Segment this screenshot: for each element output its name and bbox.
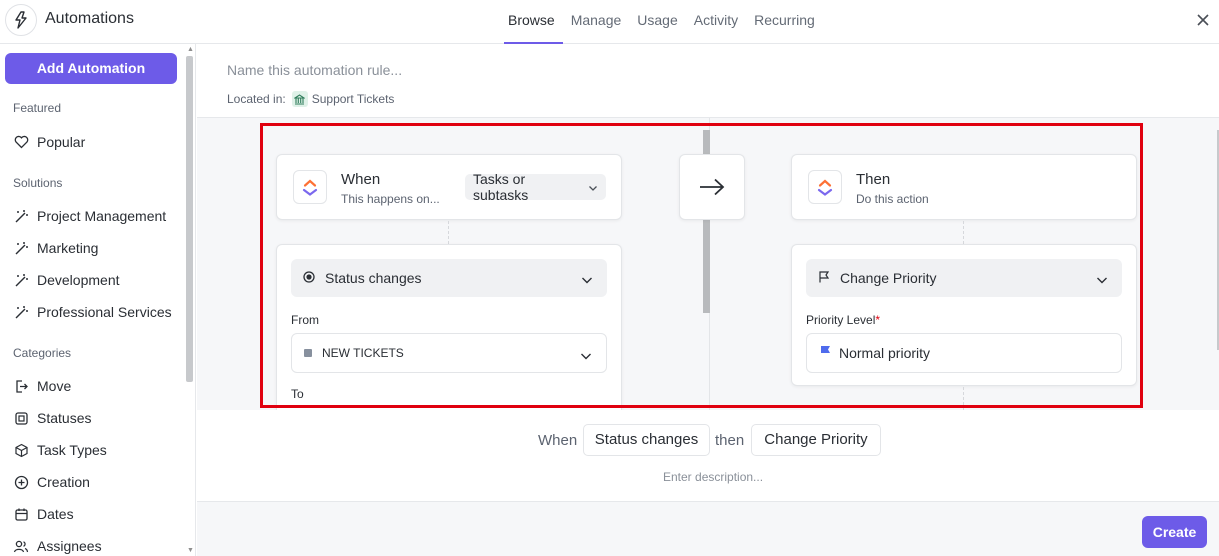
action-card[interactable]: Then Do this action [791,154,1137,220]
from-label: From [291,313,319,327]
sidebar-item-label: Assignees [37,538,102,554]
summary-when: When [538,432,578,449]
tab-recurring[interactable]: Recurring [746,0,823,44]
create-button[interactable]: Create [1142,516,1207,548]
close-icon[interactable] [1193,10,1213,30]
arrow-right-icon [679,154,745,220]
sidebar-item-dates[interactable]: Dates [13,503,74,525]
trigger-config-card: Status changes From NEW TICKETS To [276,244,622,410]
app-title: Automations [45,10,134,27]
sidebar-item-label: Marketing [37,240,99,256]
users-icon [13,538,29,554]
sidebar-item-label: Creation [37,474,90,490]
radio-dot-icon [303,270,315,286]
sidebar-item-label: Professional Services [37,304,172,320]
action-title: Then [856,171,891,188]
categories-section-title: Categories [13,346,72,360]
automation-logo-icon [5,4,37,36]
scroll-up-arrow-icon[interactable]: ▲ [187,46,194,53]
task-scope-dropdown[interactable]: Tasks or subtasks [465,171,606,203]
sidebar-item-label: Dates [37,506,74,522]
sidebar-item-label: Project Management [37,208,167,224]
solutions-section-title: Solutions [13,176,63,190]
add-automation-button[interactable]: Add Automation [5,53,177,84]
priority-flag-icon [819,345,831,361]
trigger-card[interactable]: When This happens on... Tasks or subtask… [276,154,622,220]
task-scope-value: Tasks or subtasks [473,171,529,203]
sidebar-item-popular[interactable]: Popular [13,131,85,153]
wand-icon [13,240,29,256]
chevron-down-icon [588,179,598,195]
top-bar: Automations Browse Manage Usage Activity… [0,0,1219,44]
action-subtitle: Do this action [856,192,929,206]
to-label: To [291,387,304,401]
scroll-down-arrow-icon[interactable]: ▼ [187,547,194,554]
tab-browse[interactable]: Browse [504,0,563,44]
tab-activity[interactable]: Activity [686,0,746,44]
connector-line [963,221,964,244]
summary-action-chip[interactable]: Change Priority [751,424,881,456]
move-icon [13,378,29,394]
sidebar-item-professional-services[interactable]: Professional Services [13,301,172,323]
chevron-down-icon [580,348,592,364]
sidebar-item-label: Move [37,378,72,394]
tab-manage[interactable]: Manage [563,0,630,44]
status-square-icon [304,349,312,357]
tab-bar: Browse Manage Usage Activity Recurring [504,0,823,44]
plus-circle-icon [13,474,29,490]
sidebar-item-creation[interactable]: Creation [13,471,90,493]
tab-usage[interactable]: Usage [629,0,685,44]
status-changes-dropdown[interactable]: Status changes [291,259,607,297]
action-config-card: Change Priority Priority Level* Normal p… [791,244,1137,386]
wand-icon [13,272,29,288]
flag-outline-icon [818,270,830,286]
rule-name-input[interactable]: Name this automation rule... [227,62,402,78]
location-row: Located in: Support Tickets [227,91,394,107]
summary-trigger-chip[interactable]: Status changes [583,424,710,456]
from-status-value: NEW TICKETS [322,346,404,360]
sidebar: Add Automation Featured Popular Solution… [0,44,196,556]
summary-then: then [715,432,745,449]
location-name[interactable]: Support Tickets [312,92,395,106]
calendar-icon [13,506,29,522]
sidebar-item-move[interactable]: Move [13,375,71,397]
description-input[interactable]: Enter description... [663,470,763,484]
sidebar-item-assignees[interactable]: Assignees [13,535,102,556]
chevron-down-icon [581,272,593,288]
automation-builder: When This happens on... Tasks or subtask… [197,118,1219,410]
required-mark: * [875,313,881,327]
located-label: Located in: [227,92,286,106]
sidebar-item-project-management[interactable]: Project Management [13,205,166,227]
priority-value: Normal priority [839,345,931,361]
from-status-dropdown[interactable]: NEW TICKETS [291,333,607,373]
featured-section-title: Featured [13,101,62,115]
clickup-logo-icon [808,170,842,204]
connector-line [448,221,449,244]
sidebar-item-development[interactable]: Development [13,269,120,291]
trigger-event-value: Status changes [325,270,422,286]
sidebar-scrollbar[interactable] [186,56,193,382]
wand-icon [13,208,29,224]
sidebar-item-label: Popular [37,134,86,150]
sidebar-item-marketing[interactable]: Marketing [13,237,98,259]
sidebar-item-label: Development [37,272,120,288]
priority-level-label: Priority Level* [806,313,881,327]
change-priority-dropdown[interactable]: Change Priority [806,259,1122,297]
connector-line [963,387,964,410]
building-icon [291,91,308,107]
footer-bar [197,501,1219,556]
trigger-title: When [341,171,381,188]
heart-icon [13,134,29,150]
trigger-subtitle: This happens on... [341,192,440,206]
clickup-logo-icon [293,170,327,204]
priority-level-select[interactable]: Normal priority [806,333,1122,373]
action-value: Change Priority [840,270,937,286]
automation-summary: When Status changes then Change Priority [0,424,1219,456]
wand-icon [13,304,29,320]
chevron-down-icon [1096,272,1108,288]
